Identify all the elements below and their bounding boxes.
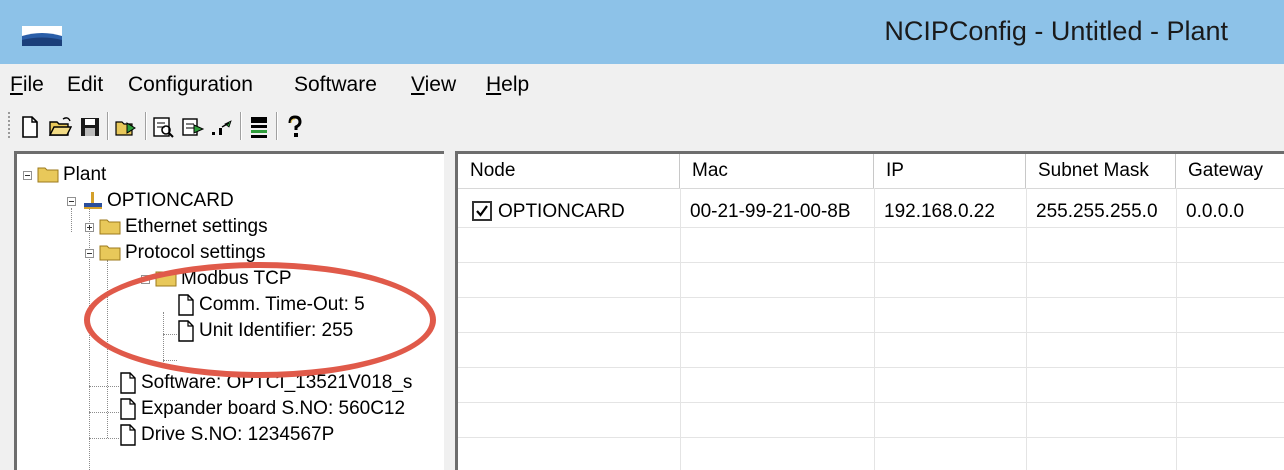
cell-ip: 192.168.0.22 <box>884 201 995 222</box>
menu-file[interactable]: File <box>10 73 44 97</box>
folder-icon <box>99 245 121 261</box>
tree-label: Comm. Time-Out: 5 <box>199 294 365 315</box>
column-header-gateway[interactable]: Gateway <box>1176 154 1284 188</box>
tree-item-comm-timeout[interactable]: Comm. Time-Out: 5 <box>17 292 437 318</box>
menu-configuration[interactable]: Configuration <box>128 73 253 97</box>
column-header-mac[interactable]: Mac <box>680 154 874 188</box>
help-icon[interactable] <box>283 114 307 140</box>
grid-line <box>680 188 681 470</box>
discover-icon[interactable] <box>114 114 138 140</box>
column-header-subnet-mask[interactable]: Subnet Mask <box>1026 154 1176 188</box>
column-header-node[interactable]: Node <box>458 154 680 188</box>
save-icon[interactable] <box>78 114 102 140</box>
toolbar-separator <box>240 112 242 140</box>
tree-label: Ethernet settings <box>125 216 268 237</box>
grid-line <box>458 227 1284 228</box>
menu-view[interactable]: View <box>411 73 456 97</box>
new-icon[interactable] <box>18 114 42 140</box>
document-icon <box>178 320 194 342</box>
collapse-toggle[interactable] <box>141 275 150 284</box>
menu-bar: File Edit Configuration Software View He… <box>0 64 1284 106</box>
grid-line <box>1026 188 1027 470</box>
checkmark-icon <box>476 205 488 217</box>
tree-item-protocol-settings[interactable]: Protocol settings <box>17 240 437 266</box>
grid-line <box>1176 188 1177 470</box>
folder-icon <box>99 219 121 235</box>
send-icon[interactable] <box>181 114 205 140</box>
grid-line <box>874 188 875 470</box>
toolbar-grip[interactable] <box>8 112 12 138</box>
window-title: NCIPConfig - Untitled - Plant <box>884 16 1228 46</box>
list-header: Node Mac IP Subnet Mask Gateway <box>458 154 1284 189</box>
tree-label: Drive S.NO: 1234567P <box>141 424 335 445</box>
open-icon[interactable] <box>48 114 72 140</box>
menu-edit[interactable]: Edit <box>67 73 103 97</box>
tree-item-plant[interactable]: Plant <box>17 162 437 188</box>
network-card-icon <box>84 192 102 209</box>
collapse-toggle[interactable] <box>23 171 32 180</box>
title-bar[interactable]: NCIPConfig - Untitled - Plant <box>0 0 1284 64</box>
document-icon <box>120 372 136 394</box>
node-checkbox[interactable] <box>472 201 492 221</box>
toolbar <box>0 106 1284 148</box>
tree-label: Modbus TCP <box>181 268 292 289</box>
tree-item-drive[interactable]: Drive S.NO: 1234567P <box>17 422 437 448</box>
tree-item-ethernet-settings[interactable]: Ethernet settings <box>17 214 437 240</box>
tree-connector <box>163 360 177 361</box>
grid-line <box>458 367 1284 368</box>
folder-icon <box>37 167 59 183</box>
tree-label: OPTIONCARD <box>107 190 234 211</box>
cell-mac: 00-21-99-21-00-8B <box>690 201 851 222</box>
cell-subnet: 255.255.255.0 <box>1036 201 1158 222</box>
device-list[interactable]: Node Mac IP Subnet Mask Gateway OPTIONCA… <box>455 151 1284 470</box>
cell-node: OPTIONCARD <box>498 201 625 222</box>
tree-label: Plant <box>63 164 107 185</box>
column-header-ip[interactable]: IP <box>874 154 1026 188</box>
collapse-toggle[interactable] <box>67 197 76 206</box>
document-icon <box>178 294 194 316</box>
tree-label: Expander board S.NO: 560C12 <box>141 398 406 419</box>
download-icon[interactable] <box>247 114 271 140</box>
grid-line <box>458 437 1284 438</box>
tree-label: Protocol settings <box>125 242 266 263</box>
tree-item-software[interactable]: Software: OPTCI_13521V018_s <box>17 370 437 396</box>
tree-item-modbus-tcp[interactable]: Modbus TCP <box>17 266 437 292</box>
ping-icon[interactable] <box>210 114 234 140</box>
document-icon <box>120 424 136 446</box>
cell-gateway: 0.0.0.0 <box>1186 201 1245 222</box>
collapse-toggle[interactable] <box>85 249 94 258</box>
folder-icon <box>155 271 177 287</box>
grid-line <box>458 262 1284 263</box>
grid-line <box>458 332 1284 333</box>
toolbar-separator <box>107 112 109 140</box>
pane-splitter[interactable] <box>444 151 455 470</box>
app-logo-icon <box>22 26 62 46</box>
tree-label: Unit Identifier: 255 <box>199 320 354 341</box>
tree-item-optioncard[interactable]: OPTIONCARD <box>17 188 437 214</box>
find-icon[interactable] <box>151 114 175 140</box>
tree-view[interactable]: Plant OPTIONCARD Ethernet settings Proto… <box>14 151 444 470</box>
grid-line <box>458 402 1284 403</box>
toolbar-separator <box>145 112 147 140</box>
menu-help[interactable]: Help <box>486 73 529 97</box>
menu-software[interactable]: Software <box>294 73 377 97</box>
document-icon <box>120 398 136 420</box>
tree-item-unit-identifier[interactable]: Unit Identifier: 255 <box>17 318 437 344</box>
grid-line <box>458 297 1284 298</box>
expand-toggle[interactable] <box>85 223 94 232</box>
toolbar-separator <box>276 112 278 140</box>
tree-item-expander-board[interactable]: Expander board S.NO: 560C12 <box>17 396 437 422</box>
tree-label: Software: OPTCI_13521V018_s <box>141 372 413 393</box>
